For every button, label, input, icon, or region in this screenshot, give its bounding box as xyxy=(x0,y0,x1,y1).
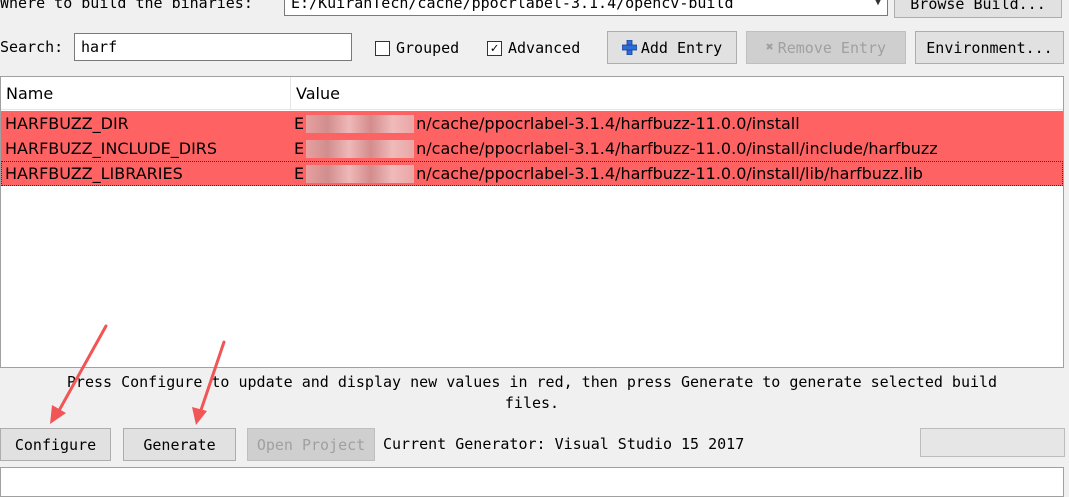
column-header-value[interactable]: Value xyxy=(291,77,1063,109)
browse-build-button[interactable]: Browse Build... xyxy=(894,0,1062,18)
redacted-blur xyxy=(306,164,415,183)
progress-bar xyxy=(920,428,1065,457)
open-project-button[interactable]: Open Project xyxy=(247,428,375,461)
table-header: Name Value xyxy=(1,77,1063,110)
row-name: HARFBUZZ_INCLUDE_DIRS xyxy=(5,139,218,158)
row-value: En/cache/ppocrlabel-3.1.4/harfbuzz-11.0.… xyxy=(294,114,800,133)
chevron-down-icon[interactable]: ▼ xyxy=(875,0,881,8)
redacted-blur xyxy=(306,114,415,133)
row-name: HARFBUZZ_DIR xyxy=(5,114,129,133)
output-log[interactable] xyxy=(0,467,1064,497)
row-name: HARFBUZZ_LIBRARIES xyxy=(5,164,183,183)
remove-icon: ✖ xyxy=(765,40,774,55)
advanced-checkbox[interactable]: ✓ Advanced xyxy=(487,37,580,59)
environment-button[interactable]: Environment... xyxy=(915,31,1064,64)
table-row[interactable]: HARFBUZZ_LIBRARIES En/cache/ppocrlabel-3… xyxy=(1,161,1063,186)
grouped-checkbox-box[interactable] xyxy=(375,40,390,56)
build-dir-label: Where to build the binaries: xyxy=(0,0,253,12)
advanced-checkbox-box[interactable]: ✓ xyxy=(487,40,502,56)
advanced-label: Advanced xyxy=(508,39,581,57)
add-entry-button[interactable]: Add Entry xyxy=(607,31,737,64)
redacted-blur xyxy=(306,139,415,158)
column-header-name[interactable]: Name xyxy=(1,77,291,109)
generate-button[interactable]: Generate xyxy=(123,428,236,461)
table-row[interactable]: HARFBUZZ_INCLUDE_DIRS En/cache/ppocrlabe… xyxy=(1,136,1063,161)
row-value: En/cache/ppocrlabel-3.1.4/harfbuzz-11.0.… xyxy=(294,139,938,158)
current-generator-label: Current Generator: Visual Studio 15 2017 xyxy=(383,435,745,453)
plus-icon xyxy=(621,39,638,56)
status-line-2: files. xyxy=(504,394,560,412)
search-input-value: harf xyxy=(81,38,118,56)
grouped-label: Grouped xyxy=(396,39,460,57)
row-value: En/cache/ppocrlabel-3.1.4/harfbuzz-11.0.… xyxy=(294,164,923,183)
configure-button[interactable]: Configure xyxy=(0,428,111,461)
search-label: Search: xyxy=(0,38,64,56)
cache-table[interactable]: Name Value HARFBUZZ_DIR En/cache/ppocrla… xyxy=(0,76,1064,368)
status-message: Press Configure to update and display ne… xyxy=(0,372,1064,414)
search-input[interactable]: harf xyxy=(74,33,352,61)
build-dir-value: E:/KuiranTech/cache/ppocrlabel-3.1.4/ope… xyxy=(291,0,734,12)
status-line-1: Press Configure to update and display ne… xyxy=(66,373,998,391)
table-row[interactable]: HARFBUZZ_DIR En/cache/ppocrlabel-3.1.4/h… xyxy=(1,111,1063,136)
remove-entry-button[interactable]: ✖ Remove Entry xyxy=(746,31,906,64)
grouped-checkbox[interactable]: Grouped xyxy=(375,37,459,59)
build-dir-combobox[interactable]: E:/KuiranTech/cache/ppocrlabel-3.1.4/ope… xyxy=(284,0,888,16)
